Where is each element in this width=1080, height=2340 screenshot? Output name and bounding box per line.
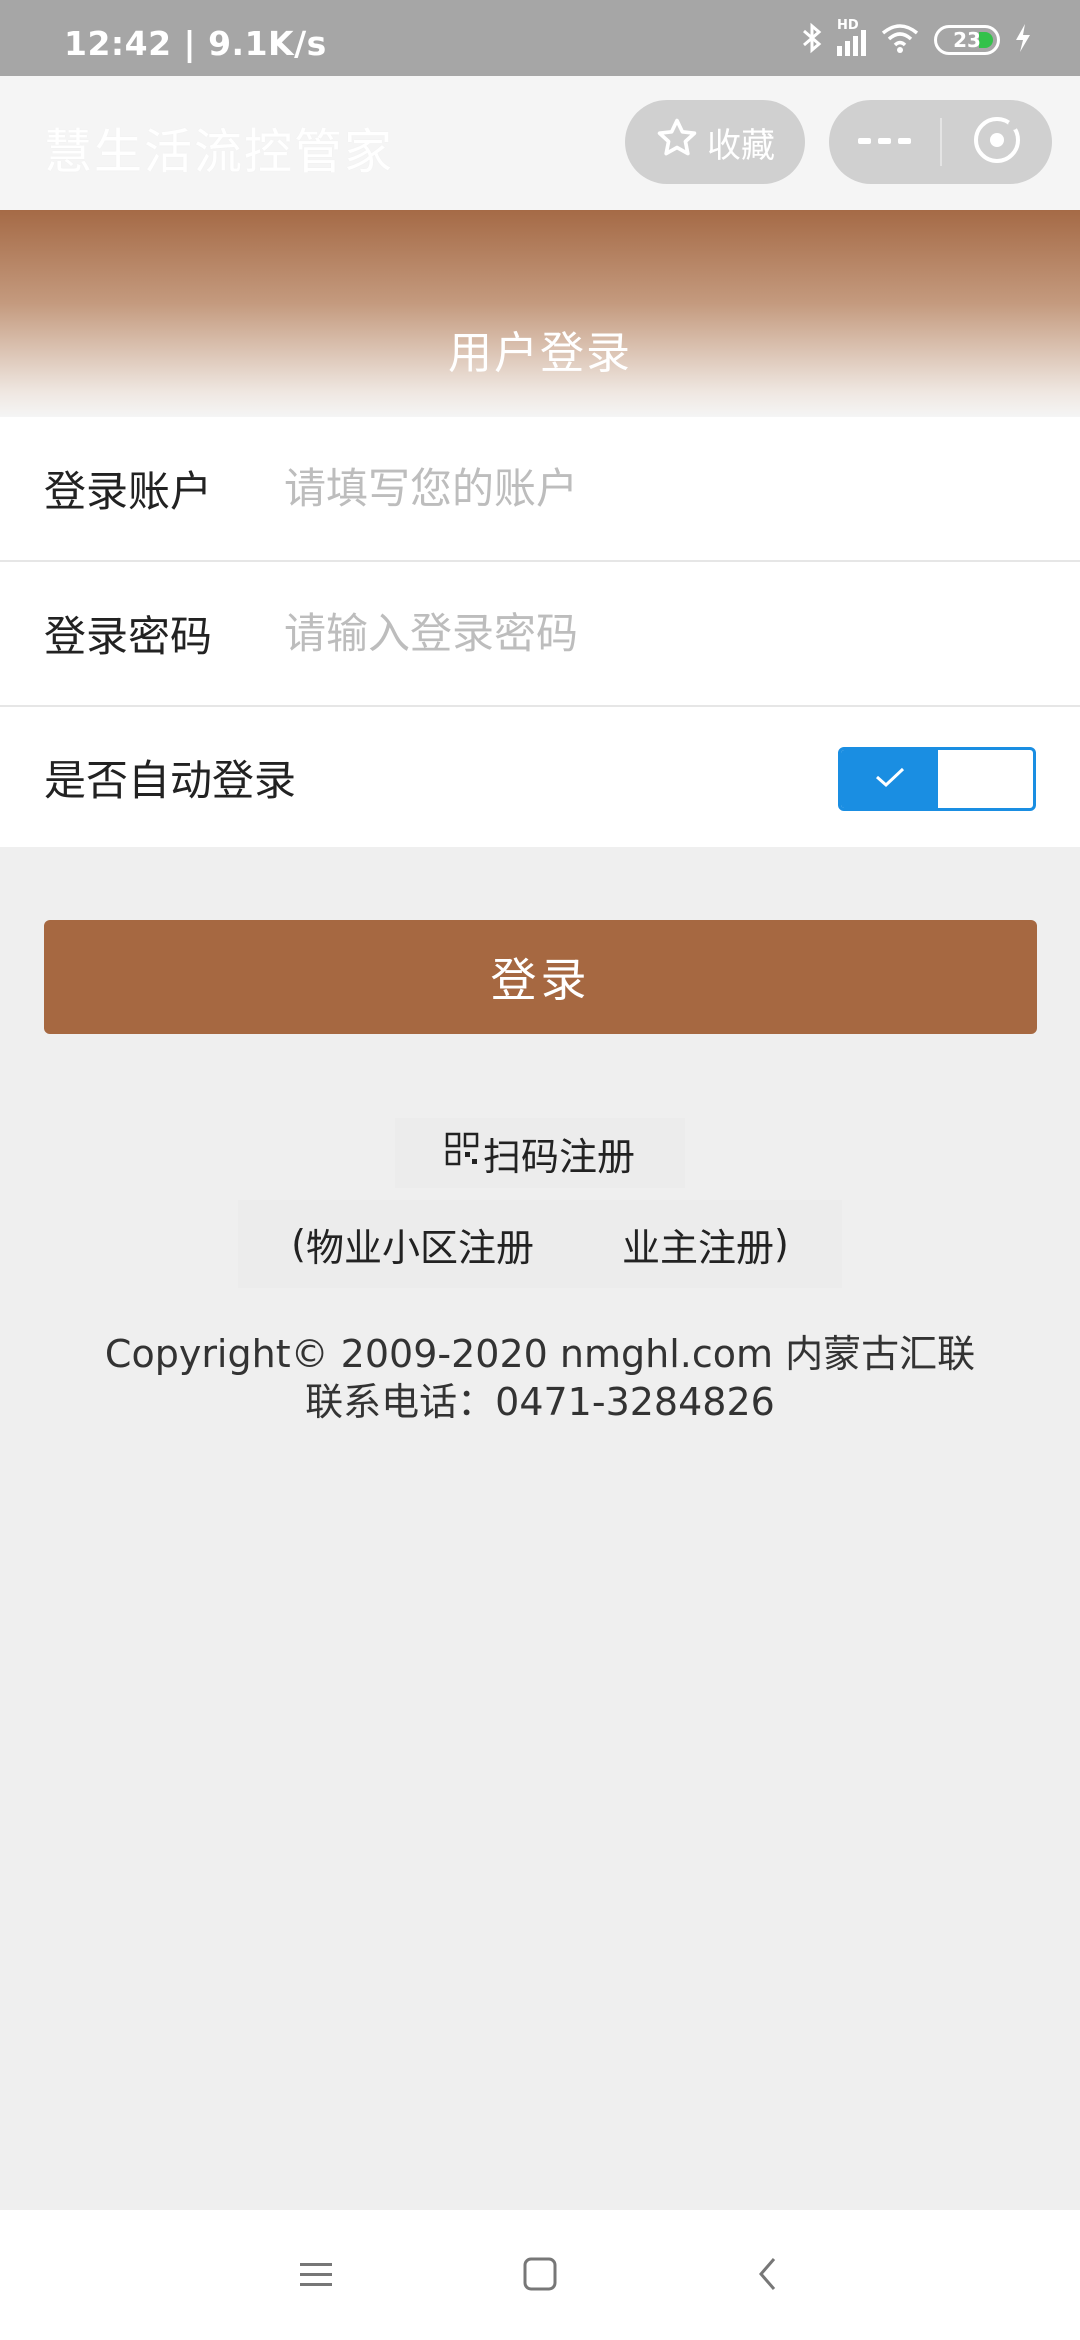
account-row: 登录账户 xyxy=(0,417,1080,562)
network-label: HD xyxy=(837,18,859,33)
close-button[interactable] xyxy=(942,100,1052,184)
battery-level: 23 xyxy=(953,28,981,52)
open-paren: ( xyxy=(291,1222,306,1266)
password-input[interactable] xyxy=(284,609,1044,658)
back-icon[interactable] xyxy=(748,2254,788,2294)
scan-register-label: 扫码注册 xyxy=(482,1134,635,1179)
login-button[interactable]: 登录 xyxy=(44,920,1037,1034)
menu-icon[interactable] xyxy=(296,2254,336,2294)
scan-register-link[interactable]: 扫码注册 xyxy=(395,1118,685,1188)
app-title: 慧生活流控管家 xyxy=(44,124,395,180)
wifi-icon xyxy=(880,22,920,58)
contact-phone: 联系电话：0471-3284826 xyxy=(305,1380,775,1424)
more-icon xyxy=(857,133,912,152)
auto-login-label: 是否自动登录 xyxy=(44,755,297,805)
charging-icon xyxy=(1014,23,1032,57)
bluetooth-icon xyxy=(801,22,823,58)
copyright-block: Copyright© 2009-2020 nmghl.com 内蒙古汇联 联系电… xyxy=(0,1330,1080,1426)
account-input[interactable] xyxy=(284,464,1044,513)
status-bar: 12:42 | 9.1K/s HD 23 xyxy=(0,0,1080,76)
battery-icon: 23 xyxy=(934,25,1000,55)
auto-login-row: 是否自动登录 xyxy=(0,707,1080,847)
owner-register-link[interactable]: 业主注册 xyxy=(622,1217,774,1272)
status-time-speed: 12:42 | 9.1K/s xyxy=(64,24,327,63)
header-banner: 用户登录 xyxy=(0,210,1080,417)
register-links: ( 物业小区注册 业主注册 ) xyxy=(238,1200,842,1288)
favorite-label: 收藏 xyxy=(707,125,775,166)
copyright-text: Copyright© 2009-2020 nmghl.com 内蒙古汇联 xyxy=(104,1332,976,1376)
toggle-on-segment xyxy=(841,750,938,808)
signal-icon: HD xyxy=(837,18,866,56)
qr-icon xyxy=(445,1131,479,1175)
more-button[interactable] xyxy=(829,100,940,184)
password-row: 登录密码 xyxy=(0,562,1080,707)
property-register-link[interactable]: 物业小区注册 xyxy=(306,1217,534,1272)
page-title: 用户登录 xyxy=(448,327,632,379)
mini-program-capsule xyxy=(829,100,1052,184)
favorite-button[interactable]: 收藏 xyxy=(625,100,805,184)
close-paren: ) xyxy=(774,1222,789,1266)
account-label: 登录账户 xyxy=(44,467,213,516)
status-icons: HD 23 xyxy=(801,18,1032,58)
home-icon[interactable] xyxy=(520,2254,560,2294)
system-nav-bar xyxy=(0,2210,1080,2340)
title-bar: 慧生活流控管家 收藏 xyxy=(0,76,1080,210)
password-label: 登录密码 xyxy=(44,612,213,661)
star-icon xyxy=(655,116,699,169)
login-form: 登录账户 登录密码 是否自动登录 xyxy=(0,417,1080,847)
check-icon xyxy=(873,764,907,794)
auto-login-toggle[interactable] xyxy=(838,747,1036,811)
close-circle-icon xyxy=(971,114,1023,170)
